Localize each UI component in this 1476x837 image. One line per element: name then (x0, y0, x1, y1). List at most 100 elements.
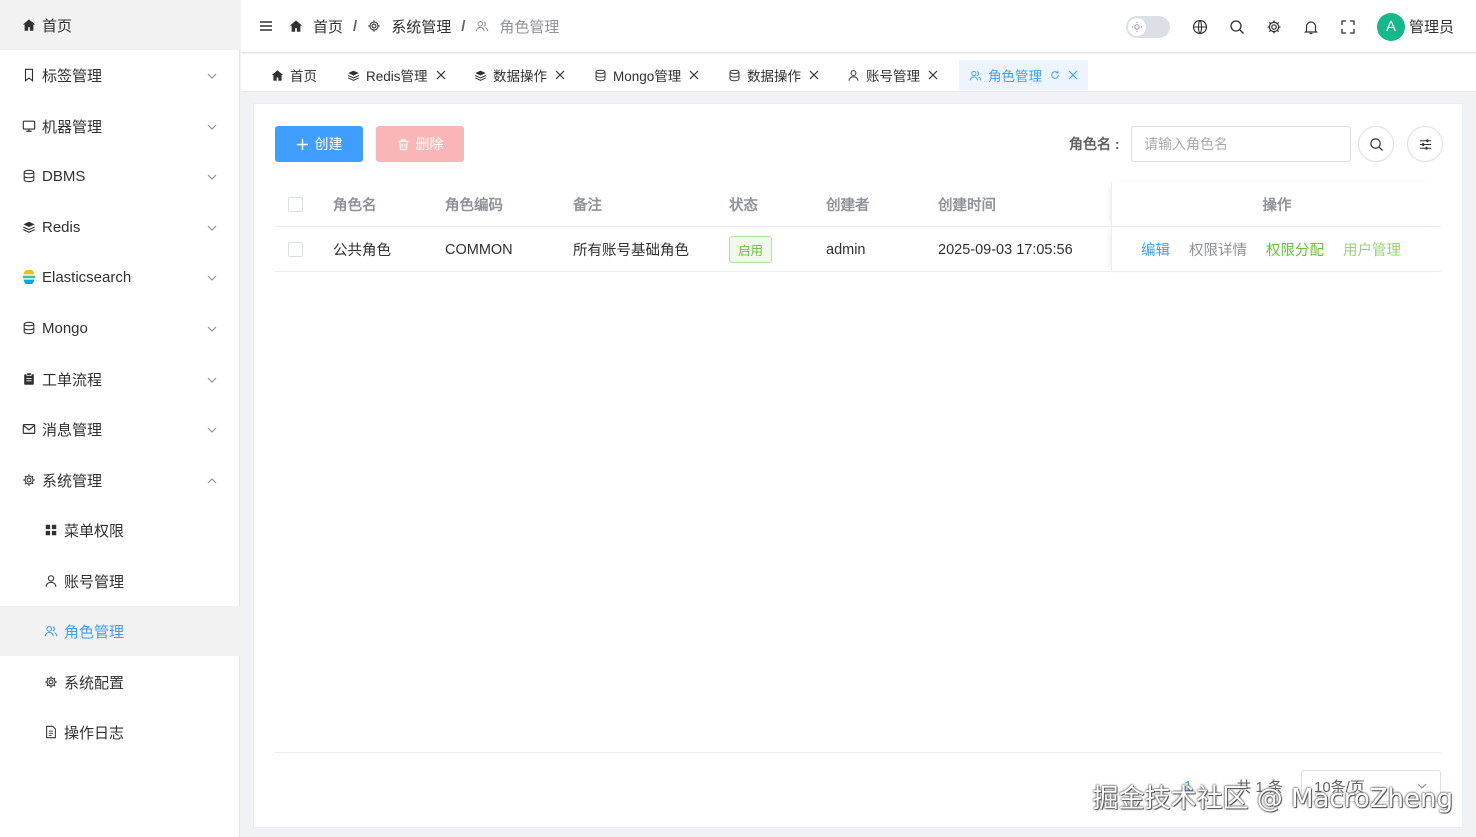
sidebar-item-label: 机器管理 (42, 118, 103, 136)
sidebar-item-label: Elasticsearch (42, 268, 132, 286)
database-icon (22, 321, 36, 335)
role-name-search-input[interactable] (1131, 126, 1351, 162)
chevron-down-icon (206, 271, 218, 283)
tabs-bar: 首页 Redis管理 数据操作 Mongo管理 数据操作 账号管理 角色管理 (241, 54, 1476, 92)
database-icon (22, 169, 36, 183)
tab-label: 首页 (290, 69, 317, 84)
sun-icon (1127, 17, 1146, 36)
layers-icon (475, 70, 486, 81)
delete-button[interactable]: 删除 (376, 126, 464, 162)
sidebar-item-redis[interactable]: Redis (0, 202, 240, 252)
bell-icon[interactable] (1303, 19, 1319, 35)
tab-accounts[interactable]: 账号管理 (841, 60, 944, 90)
pagination-divider (275, 752, 1441, 753)
column-header: 创建者 (826, 198, 870, 214)
sidebar-item-messages[interactable]: 消息管理 (0, 404, 240, 454)
tab-mongo-data[interactable]: 数据操作 (722, 60, 825, 90)
clipboard-icon (22, 372, 36, 386)
tab-label: 数据操作 (747, 69, 801, 84)
sidebar-item-workflow[interactable]: 工单流程 (0, 354, 240, 404)
user-management-link[interactable]: 用户管理 (1343, 239, 1401, 260)
breadcrumb-home[interactable]: 首页 (289, 16, 343, 37)
search-button[interactable] (1358, 126, 1394, 162)
sidebar-item-system-config[interactable]: 系统配置 (0, 657, 240, 707)
breadcrumb: 首页 / 系统管理 / 角色管理 (289, 16, 559, 37)
tab-redis-manage[interactable]: Redis管理 (341, 60, 452, 90)
sidebar-item-menu-permissions[interactable]: 菜单权限 (0, 505, 240, 555)
sidebar-item-dbms[interactable]: DBMS (0, 151, 240, 201)
create-button[interactable]: 创建 (275, 126, 363, 162)
users-icon (476, 21, 489, 32)
filter-settings-button[interactable] (1407, 126, 1443, 162)
language-icon[interactable] (1192, 19, 1208, 35)
bookmark-icon (22, 68, 36, 82)
sidebar-item-label: 消息管理 (42, 421, 103, 439)
sidebar-item-machines[interactable]: 机器管理 (0, 101, 240, 151)
close-icon[interactable] (928, 70, 938, 80)
tab-roles[interactable]: 角色管理 (959, 60, 1088, 90)
home-icon (22, 18, 36, 32)
user-icon (848, 69, 859, 81)
menu-toggle-icon[interactable] (259, 19, 273, 33)
monitor-icon (22, 119, 36, 133)
avatar[interactable]: A (1376, 12, 1405, 41)
permission-details-link[interactable]: 权限详情 (1189, 239, 1247, 260)
select-all-checkbox-cell (288, 182, 303, 227)
gear-icon[interactable] (1266, 19, 1282, 35)
refresh-icon[interactable] (1050, 70, 1060, 80)
actions-cell: 编辑 权限详情 权限分配 用户管理 (1111, 227, 1441, 272)
database-icon (729, 69, 740, 81)
creator-cell: admin (826, 241, 866, 258)
close-icon[interactable] (436, 70, 446, 80)
close-icon[interactable] (555, 70, 565, 80)
home-icon (271, 69, 284, 81)
sidebar-item-label: 系统配置 (64, 674, 125, 692)
chevron-up-icon (206, 474, 218, 486)
sidebar-item-elasticsearch[interactable]: Elasticsearch (0, 252, 240, 302)
sidebar-item-mongo[interactable]: Mongo (0, 303, 240, 353)
breadcrumb-label: 角色管理 (499, 18, 560, 36)
tab-home[interactable]: 首页 (265, 60, 323, 90)
row-checkbox-cell (288, 227, 303, 272)
sidebar-item-label: 标签管理 (42, 67, 103, 85)
sidebar-item-accounts[interactable]: 账号管理 (0, 556, 240, 606)
sidebar-item-tags[interactable]: 标签管理 (0, 50, 240, 100)
sidebar-item-home[interactable]: 首页 (0, 0, 240, 50)
close-icon[interactable] (1068, 70, 1078, 80)
sidebar-item-label: DBMS (42, 167, 86, 185)
fullscreen-icon[interactable] (1340, 19, 1356, 35)
sidebar-item-label: Mongo (42, 319, 88, 337)
sidebar-item-operation-log[interactable]: 操作日志 (0, 707, 240, 757)
column-header: 操作 (1262, 198, 1292, 214)
assign-permissions-link[interactable]: 权限分配 (1266, 239, 1324, 260)
role-name-cell: 公共角色 (333, 243, 391, 259)
breadcrumb-system[interactable]: 系统管理 (367, 16, 451, 37)
search-icon[interactable] (1229, 19, 1245, 35)
sidebar-item-system[interactable]: 系统管理 (0, 455, 240, 505)
sidebar-item-roles[interactable]: 角色管理 (0, 606, 240, 656)
delete-button-label: 删除 (415, 136, 444, 152)
column-header: 备注 (573, 198, 602, 214)
tab-mongo-manage[interactable]: Mongo管理 (588, 60, 705, 90)
trash-icon (397, 138, 409, 150)
tab-redis-data[interactable]: 数据操作 (468, 60, 571, 90)
close-icon[interactable] (689, 70, 699, 80)
grid-icon (44, 523, 58, 537)
edit-link[interactable]: 编辑 (1141, 239, 1170, 260)
sidebar-item-label: Redis (42, 218, 81, 236)
close-icon[interactable] (809, 70, 819, 80)
watermark: 掘金技术社区 @ MacroZheng (1092, 784, 1453, 814)
plus-icon (296, 138, 308, 150)
chevron-down-icon (206, 69, 218, 81)
gear-icon (22, 473, 36, 487)
chevron-down-icon (206, 373, 218, 385)
theme-toggle[interactable] (1125, 15, 1170, 38)
row-checkbox[interactable] (288, 242, 303, 257)
select-all-checkbox[interactable] (288, 197, 303, 212)
chevron-down-icon (206, 423, 218, 435)
table-header-row: 角色名 角色编码 备注 状态 创建者 创建时间 操作 (275, 182, 1441, 227)
gear-icon (368, 20, 380, 32)
header-actions: A 管理员 (1125, 0, 1454, 53)
database-icon (595, 69, 606, 81)
username[interactable]: 管理员 (1409, 16, 1454, 37)
